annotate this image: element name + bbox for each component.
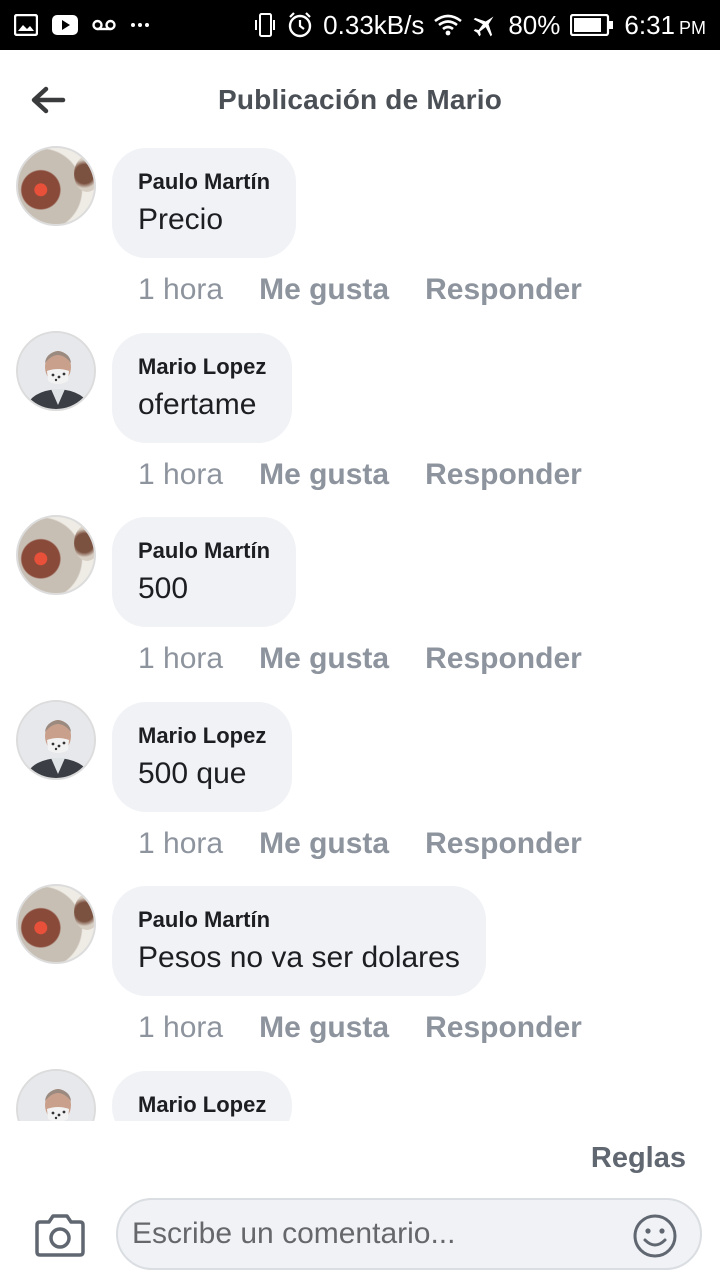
comment-item: Paulo Martín 500 1 hora Me gusta Responder bbox=[0, 515, 720, 700]
avatar[interactable] bbox=[16, 1068, 96, 1121]
arrow-left-icon bbox=[31, 86, 66, 114]
reply-button[interactable]: Responder bbox=[425, 824, 582, 864]
comment-text: ofertame bbox=[138, 387, 257, 421]
comment-bubble[interactable]: Mario Lopez bbox=[112, 1070, 293, 1121]
youtube-icon bbox=[52, 15, 78, 35]
avatar[interactable] bbox=[16, 515, 96, 595]
reply-button[interactable]: Responder bbox=[425, 455, 582, 495]
comment-actions: 1 hora Me gusta Responder bbox=[138, 270, 582, 310]
comment-item: Mario Lopez 500 que 1 hora Me gusta Responde… bbox=[0, 699, 720, 885]
comment-actions: 1 hora Me gusta Responder bbox=[138, 824, 582, 864]
comment-bubble[interactable]: Paulo Martín 500 bbox=[112, 517, 297, 627]
avatar-image bbox=[18, 1070, 94, 1121]
reply-button[interactable]: Responder bbox=[425, 270, 582, 310]
comment-timestamp[interactable]: 1 hora bbox=[138, 824, 223, 864]
comment-actions: 1 hora Me gusta Responder bbox=[138, 639, 582, 679]
battery-percentage: 80% bbox=[508, 9, 561, 40]
comment-author[interactable]: Mario Lopez bbox=[138, 1091, 266, 1119]
vibrate-icon bbox=[253, 12, 277, 38]
camera-icon bbox=[35, 1214, 85, 1257]
comment-bubble[interactable]: Mario Lopez ofertame bbox=[112, 332, 293, 443]
clock-suffix: PM bbox=[679, 17, 706, 38]
avatar[interactable] bbox=[16, 146, 96, 226]
camera-button[interactable] bbox=[34, 1212, 86, 1258]
comment-timestamp[interactable]: 1 hora bbox=[138, 270, 223, 310]
comment-item: Paulo Martín Precio 1 hora Me gusta Responde… bbox=[0, 146, 720, 331]
comment-input[interactable] bbox=[118, 1204, 618, 1264]
comment-bubble[interactable]: Mario Lopez 500 que bbox=[112, 701, 293, 812]
comment-timestamp[interactable]: 1 hora bbox=[138, 455, 223, 495]
comment-bubble[interactable]: Paulo Martín Pesos no va ser dolares bbox=[112, 886, 486, 996]
page-title: Publicación de Mario bbox=[217, 84, 503, 115]
like-button[interactable]: Me gusta bbox=[259, 1008, 389, 1048]
status-bar: 0.33kB/s 80% 6:31 PM bbox=[0, 0, 720, 50]
comment-composer bbox=[0, 1190, 720, 1280]
voicemail-icon bbox=[92, 18, 116, 32]
back-button[interactable] bbox=[26, 80, 70, 120]
like-button[interactable]: Me gusta bbox=[259, 455, 389, 495]
avatar[interactable] bbox=[16, 330, 96, 411]
battery-icon bbox=[570, 14, 614, 36]
comment-item: Paulo Martín Pesos no va ser dolares 1 hor… bbox=[0, 884, 720, 1069]
comment-list[interactable]: Paulo Martín Precio 1 hora Me gusta Responde… bbox=[0, 146, 720, 1121]
comment-author[interactable]: Paulo Martín bbox=[138, 168, 270, 196]
comment-author[interactable]: Paulo Martín bbox=[138, 537, 270, 565]
avatar[interactable] bbox=[16, 884, 96, 964]
comment-text: Pesos no va ser dolares bbox=[138, 941, 460, 974]
gallery-icon bbox=[14, 14, 38, 36]
reply-button[interactable]: Responder bbox=[425, 1008, 582, 1048]
comment-bubble[interactable]: Paulo Martín Precio bbox=[112, 148, 297, 258]
comment-author[interactable]: Paulo Martín bbox=[138, 906, 460, 934]
comment-timestamp[interactable]: 1 hora bbox=[138, 1008, 223, 1048]
comment-text: 500 bbox=[138, 572, 189, 605]
comment-item: Mario Lopez bbox=[0, 1068, 720, 1121]
emoji-icon bbox=[633, 1214, 677, 1258]
avatar-image bbox=[18, 332, 94, 409]
comment-actions: 1 hora Me gusta Responder bbox=[138, 1008, 582, 1048]
comment-author[interactable]: Mario Lopez bbox=[138, 722, 266, 750]
wifi-icon bbox=[434, 14, 463, 36]
comment-input-wrapper bbox=[116, 1198, 702, 1270]
airplane-icon bbox=[472, 12, 498, 38]
like-button[interactable]: Me gusta bbox=[259, 639, 389, 679]
emoji-button[interactable] bbox=[632, 1213, 678, 1259]
reply-button[interactable]: Responder bbox=[425, 639, 582, 679]
alarm-icon bbox=[287, 12, 313, 38]
comment-timestamp[interactable]: 1 hora bbox=[138, 639, 223, 679]
comment-author[interactable]: Mario Lopez bbox=[138, 353, 266, 381]
like-button[interactable]: Me gusta bbox=[259, 270, 389, 310]
comment-actions: 1 hora Me gusta Responder bbox=[138, 455, 582, 495]
avatar[interactable] bbox=[16, 699, 96, 780]
like-button[interactable]: Me gusta bbox=[259, 824, 389, 864]
rules-link[interactable]: Reglas bbox=[591, 1142, 686, 1175]
network-speed: 0.33kB/s bbox=[323, 9, 425, 40]
avatar-image bbox=[18, 701, 94, 778]
clock: 6:31 PM bbox=[624, 9, 706, 40]
more-icon bbox=[130, 22, 150, 28]
header: Publicación de Mario bbox=[0, 50, 720, 150]
comment-item: Mario Lopez ofertame 1 hora Me gusta Respond… bbox=[0, 330, 720, 516]
comment-text: 500 que bbox=[138, 756, 247, 790]
comment-text: Precio bbox=[138, 203, 224, 236]
